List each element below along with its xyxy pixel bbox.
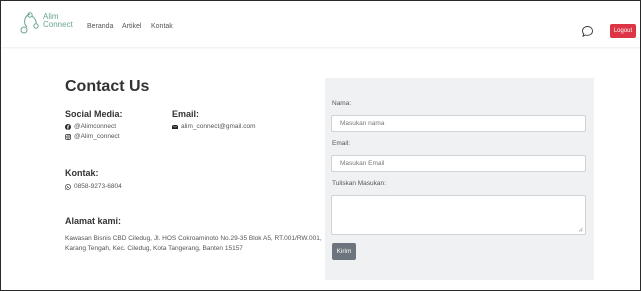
facebook-icon (65, 123, 71, 130)
nav-link-beranda[interactable]: Beranda (87, 23, 113, 30)
instagram-icon (65, 133, 71, 140)
phone-number: 0858-9273-6804 (74, 183, 122, 190)
instagram-handle: @Alim_connect (74, 133, 120, 140)
phone-link[interactable]: 0858-9273-6804 (65, 183, 122, 190)
email-label: Email: (332, 140, 351, 147)
social-media-heading: Social Media: (65, 109, 123, 119)
email-heading: Email: (172, 109, 200, 119)
kontak-heading: Kontak: (65, 168, 99, 178)
address-text: Kawasan Bisnis CBD Ciledug, Jl. HOS Cokr… (65, 235, 322, 252)
email-address: alim_connect@gmail.com (181, 123, 256, 130)
chat-icon[interactable] (581, 25, 594, 38)
instagram-link[interactable]: @Alim_connect (65, 133, 120, 140)
logout-button[interactable]: Logout (610, 24, 636, 38)
alamat-heading: Alamat kami: (65, 216, 122, 226)
masukan-textarea[interactable] (331, 195, 586, 235)
brand-line-2: Connect (43, 20, 73, 29)
page-title: Contact Us (65, 78, 150, 95)
nav-link-artikel[interactable]: Artikel (122, 23, 141, 30)
feedback-form: Nama: Masukan nama Email: Masukan Email … (325, 78, 594, 280)
resize-grip-icon[interactable] (578, 227, 583, 232)
email-input[interactable]: Masukan Email (331, 155, 586, 172)
logo-icon[interactable] (19, 11, 41, 35)
masukan-label: Tuliskan Masukan: (332, 180, 386, 187)
brand-name[interactable]: Alim Connect (43, 13, 73, 29)
whatsapp-icon (65, 183, 71, 190)
navbar: Alim Connect Beranda Artikel Kontak Logo… (1, 1, 640, 47)
facebook-handle: @Alimconnect (74, 123, 117, 130)
nama-input[interactable]: Masukan nama (331, 115, 586, 132)
nav-link-kontak[interactable]: Kontak (151, 23, 173, 30)
facebook-link[interactable]: @Alimconnect (65, 123, 116, 130)
kirim-button[interactable]: Kirim (332, 243, 356, 260)
envelope-icon (172, 124, 178, 129)
nama-label: Nama: (332, 100, 352, 107)
email-link[interactable]: alim_connect@gmail.com (172, 123, 256, 130)
